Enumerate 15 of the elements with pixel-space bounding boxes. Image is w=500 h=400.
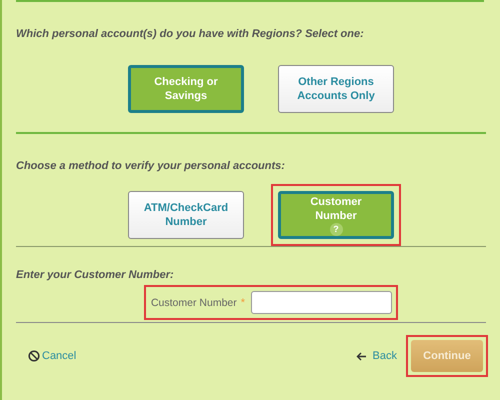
arrow-left-icon: [356, 352, 367, 360]
field-label: Customer Number: [150, 296, 237, 308]
question-text: Enter your Customer Number:: [16, 269, 175, 281]
option-button[interactable]: Checking or Savings: [128, 65, 244, 113]
required-mark: *: [240, 296, 246, 308]
help-icon[interactable]: ?: [330, 222, 342, 236]
question-text: Choose a method to verify your personal accounts:: [16, 160, 286, 172]
input-field[interactable]: [251, 291, 392, 314]
question-text: Which personal account(s) do you have with Regions? Select one:: [16, 28, 365, 40]
cancel-icon: [28, 350, 40, 362]
option-button[interactable]: ATM/CheckCard Number: [128, 191, 244, 239]
option-button[interactable]: Other Regions Accounts Only: [278, 65, 394, 113]
option-button[interactable]: Customer Number ?: [278, 191, 394, 239]
back-link[interactable]: Back: [356, 350, 397, 362]
cancel-link[interactable]: Cancel: [28, 350, 76, 362]
